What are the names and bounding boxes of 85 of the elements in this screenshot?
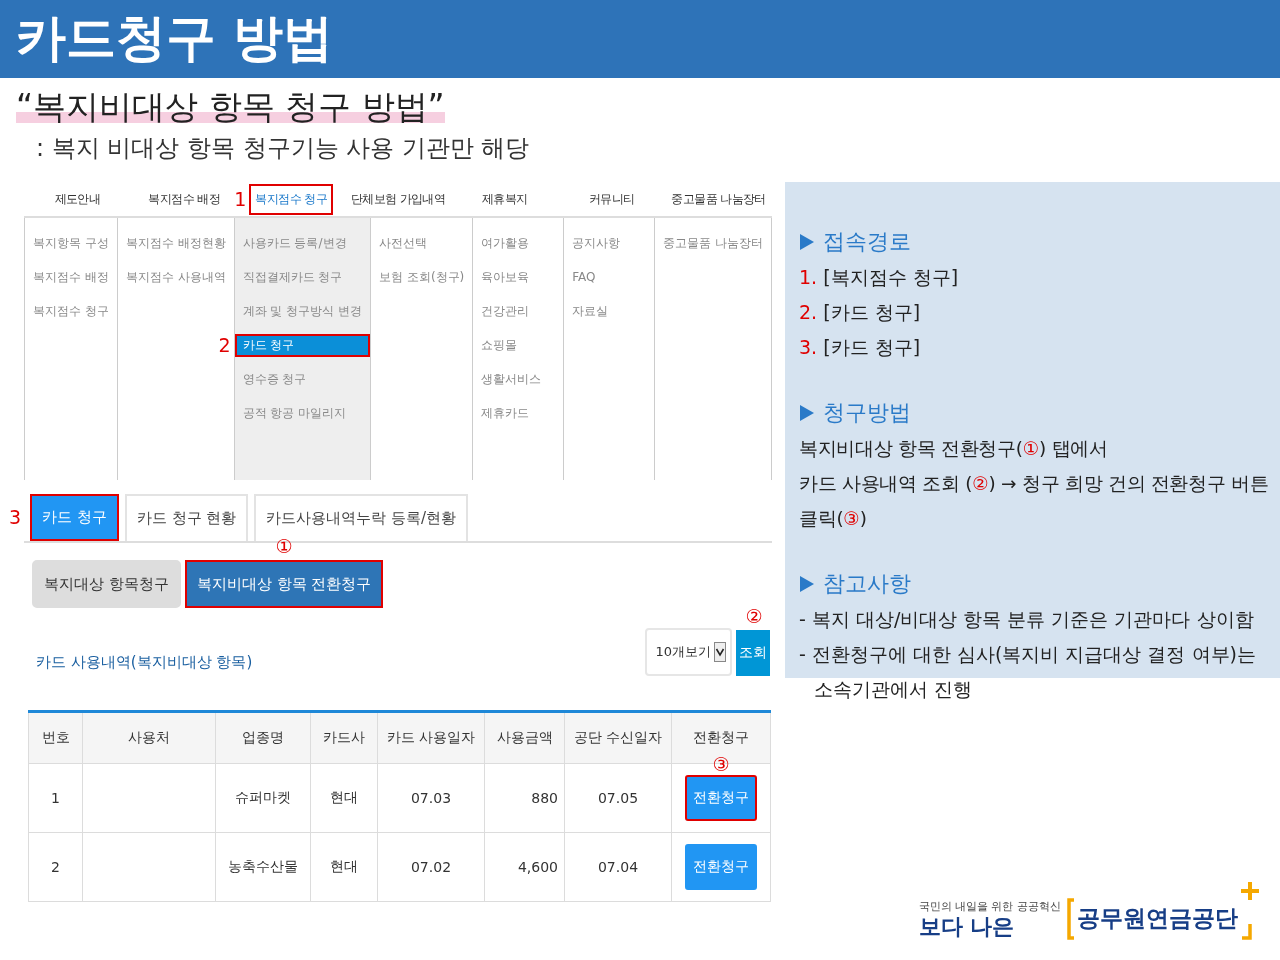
submenu-item[interactable]: 건강관리	[473, 300, 564, 323]
instruction-text: 복지비대상 항목 전환청구(①) 탭에서	[799, 437, 1109, 461]
submenu-item[interactable]: 중고물품 나눔장터	[655, 232, 771, 255]
step-marker: 1	[234, 189, 247, 209]
column-header: 공단 수신일자	[564, 711, 672, 764]
menu-tab[interactable]: 중고물품 나눔장터	[665, 183, 772, 215]
submenu-item[interactable]: 육아보육	[473, 266, 564, 289]
table-cell: 농축수산물	[215, 832, 311, 902]
submenu-item[interactable]: 복지점수 청구	[25, 300, 117, 323]
triangle-icon	[799, 404, 815, 422]
submenu-item[interactable]: 사전선택	[371, 232, 473, 255]
table-cell: 07.05	[564, 763, 672, 833]
section-heading: 접속경로	[823, 228, 911, 256]
section-heading: 청구방법	[823, 399, 911, 427]
note-text: - 복지 대상/비대상 항목 분류 기준은 기관마다 상이함	[799, 607, 1255, 632]
logo-tagline: 국민의 내일을 위한 공공혁신	[918, 899, 1061, 914]
step-marker: 3	[8, 508, 21, 527]
step-marker: ②	[745, 607, 763, 626]
tab[interactable]: 카드 청구 현황	[124, 494, 249, 541]
submenu-item[interactable]: 영수증 청구	[234, 368, 371, 391]
bracket-icon	[1067, 898, 1075, 940]
submenu-item[interactable]: 복지점수 사용내역	[117, 266, 234, 289]
convert-claim-button[interactable]: 전환청구	[685, 844, 757, 890]
route-step: 1. [복지점수 청구]	[799, 260, 1280, 295]
select-value: 10개보기	[655, 643, 711, 661]
route-step: 3. [카드 청구]	[799, 330, 1280, 365]
submenu-item[interactable]: 복지항목 구성	[25, 232, 117, 255]
submenu-item[interactable]: 자료실	[564, 300, 655, 323]
table-cell: 2	[28, 832, 83, 902]
submenu-item[interactable]: 사용카드 등록/변경	[234, 232, 371, 255]
note-text: - 전환청구에 대한 심사(복지비 지급대상 결정 여부)는 소속기관에서 진행	[799, 642, 1257, 702]
section-heading: 참고사항	[823, 570, 911, 598]
submenu-item[interactable]: 직접결제카드 청구	[234, 266, 371, 289]
triangle-icon	[799, 575, 815, 593]
triangle-icon	[799, 233, 815, 251]
table-cell: 현대	[310, 763, 378, 833]
table-cell: 현대	[310, 832, 378, 902]
submenu-item[interactable]: 복지점수 배정	[25, 266, 117, 289]
column-header: 카드사	[310, 711, 378, 764]
submenu-item[interactable]: 제휴카드	[473, 402, 564, 425]
menu-tab[interactable]: 커뮤니티	[582, 183, 641, 215]
bracket-plus-drawing	[1240, 882, 1260, 940]
submenu-item[interactable]: 공지사항	[564, 232, 655, 255]
submenu-item[interactable]: 쇼핑몰	[473, 334, 564, 357]
subtab-button[interactable]: 복지대상 항목청구	[32, 560, 181, 608]
submenu-item[interactable]: 계좌 및 청구방식 변경	[234, 300, 371, 323]
submenu-item[interactable]: FAQ	[564, 266, 655, 289]
column-header: 업종명	[215, 711, 311, 764]
table-cell: 07.03	[377, 763, 485, 833]
list-title: 카드 사용내역(복지비대상 항목)	[36, 653, 254, 672]
menu-tab[interactable]: 복지점수 배정	[142, 183, 227, 215]
table-cell: 07.02	[377, 832, 485, 902]
column-header: 사용처	[82, 711, 216, 764]
logo-slogan: 보다 나은	[918, 914, 1016, 940]
menu-tab[interactable]: 제도안내	[48, 183, 107, 215]
table-cell: 슈퍼마켓	[215, 763, 311, 833]
slide-title: 카드청구 방법	[15, 8, 335, 69]
table-cell: 1	[28, 763, 83, 833]
column-header: 사용금액	[484, 711, 565, 764]
search-button[interactable]: 조회	[736, 630, 770, 676]
menu-tab[interactable]: 복지점수 청구	[249, 183, 333, 215]
step-marker: ③	[712, 755, 730, 774]
menu-tab[interactable]: 단체보험 가입내역	[344, 183, 452, 215]
submenu-item[interactable]: 카드 청구	[234, 334, 371, 357]
table-cell: 4,600	[484, 832, 565, 902]
step-marker: 2	[218, 336, 231, 355]
logo-name: 공무원연금공단	[1076, 904, 1239, 933]
instruction-text: 카드 사용내역 조회 (②) → 청구 희망 건의 전환청구 버튼 클릭(③)	[799, 472, 1270, 531]
dropdown-icon	[714, 642, 726, 662]
page-size-select[interactable]: 10개보기	[645, 628, 732, 676]
submenu-item[interactable]: 생활서비스	[473, 368, 564, 391]
subtab-button[interactable]: 복지비대상 항목 전환청구	[184, 560, 384, 608]
submenu-item[interactable]: 복지점수 배정현황	[117, 232, 234, 255]
table-cell: 880	[484, 763, 565, 833]
submenu-item[interactable]: 공적 항공 마일리지	[234, 402, 371, 425]
convert-claim-button[interactable]: 전환청구	[685, 775, 757, 821]
submenu-item[interactable]: 보험 조회(청구)	[371, 266, 473, 289]
menu-tab[interactable]: 제휴복지	[476, 183, 534, 215]
column-header: 카드 사용일자	[377, 711, 485, 764]
scope-note: : 복지 비대상 항목 청구기능 사용 기관만 해당	[36, 133, 531, 164]
table-cell: 07.04	[564, 832, 672, 902]
tab[interactable]: 카드 청구	[30, 494, 119, 541]
column-header: 번호	[28, 711, 83, 764]
route-step: 2. [카드 청구]	[799, 295, 1280, 330]
submenu-item[interactable]: 여가활용	[473, 232, 564, 255]
